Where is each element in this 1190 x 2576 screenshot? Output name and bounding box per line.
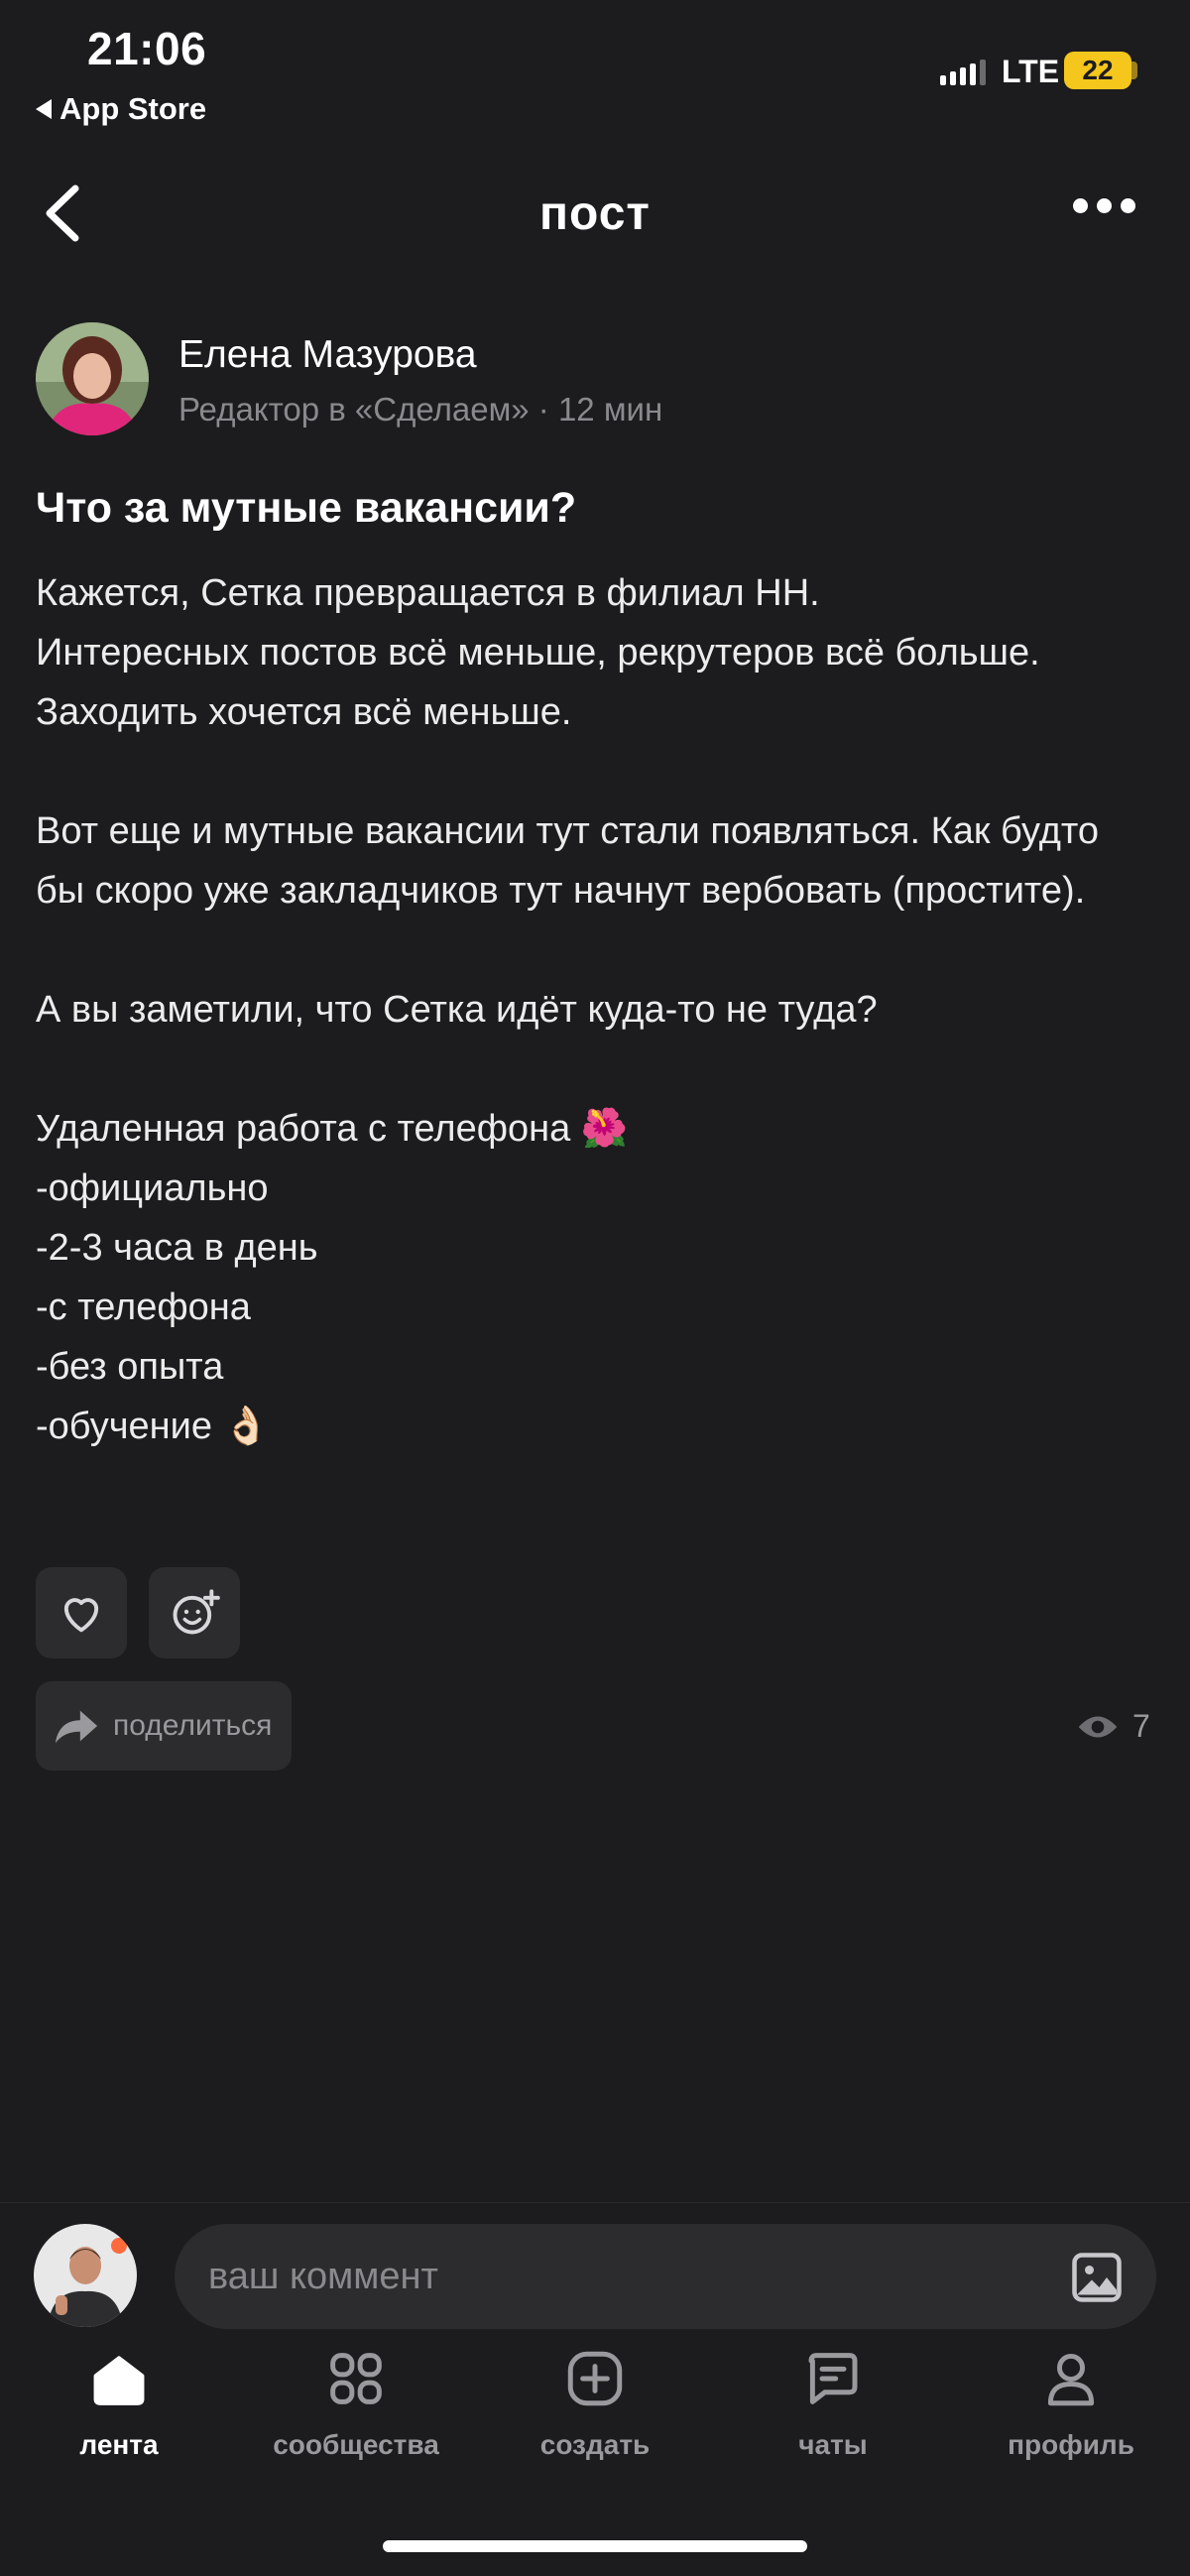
add-reaction-button[interactable]	[149, 1567, 240, 1658]
like-button[interactable]	[36, 1567, 127, 1658]
tab-label: сообщества	[273, 2429, 439, 2460]
tab-create[interactable]: создать	[496, 2346, 694, 2461]
grid-icon	[330, 2353, 382, 2404]
tab-label: лента	[79, 2429, 159, 2460]
more-options-button[interactable]	[1073, 198, 1135, 213]
dot-icon	[1097, 198, 1112, 213]
plus-square-icon	[567, 2351, 623, 2406]
views-count: 7	[1132, 1708, 1150, 1744]
tab-label: профиль	[1008, 2429, 1134, 2460]
signal-icon	[940, 58, 986, 85]
tab-feed[interactable]: лента	[20, 2346, 218, 2461]
network-type: LTE	[1002, 54, 1060, 89]
post-title: Что за мутные вакансии?	[36, 484, 577, 532]
battery-tip	[1131, 61, 1137, 79]
person-icon	[1047, 2353, 1095, 2406]
divider	[0, 2202, 1190, 2203]
chat-icon	[808, 2353, 858, 2404]
tab-chats[interactable]: чаты	[734, 2346, 932, 2461]
attach-image-button[interactable]	[1067, 2248, 1127, 2307]
author-avatar[interactable]	[36, 322, 149, 435]
my-avatar[interactable]	[34, 2224, 137, 2327]
tab-communities[interactable]: сообщества	[257, 2346, 455, 2461]
tab-profile[interactable]: профиль	[972, 2346, 1170, 2461]
post-body[interactable]: Кажется, Сетка превращается в филиал HH.…	[36, 563, 1146, 1529]
tab-label: чаты	[798, 2429, 868, 2460]
back-triangle-icon	[36, 99, 52, 119]
image-icon	[1072, 2253, 1122, 2302]
status-time: 21:06	[87, 23, 207, 74]
share-label: поделиться	[113, 1709, 273, 1742]
home-icon	[93, 2356, 145, 2405]
share-button[interactable]: поделиться	[36, 1681, 293, 1771]
share-arrow-icon	[55, 1710, 98, 1744]
home-indicator	[383, 2540, 807, 2552]
views-counter: 7	[1077, 1708, 1150, 1745]
dot-icon	[1121, 198, 1135, 213]
page-title: пост	[539, 187, 651, 240]
back-app-label: App Store	[60, 91, 207, 126]
my-photo	[34, 2224, 137, 2327]
heart-icon	[63, 1598, 99, 1633]
author-photo	[36, 322, 149, 435]
tab-label: создать	[539, 2429, 651, 2460]
eye-icon	[1078, 1716, 1118, 1737]
author-meta: Редактор в «Сделаем» · 12 мин	[178, 391, 663, 428]
dot-icon	[1073, 198, 1088, 213]
author-name[interactable]: Елена Мазурова	[178, 333, 477, 377]
battery-indicator: 22	[1064, 52, 1131, 89]
comment-input[interactable]	[175, 2224, 1156, 2329]
smile-plus-icon	[173, 1589, 220, 1635]
back-to-app-link[interactable]: App Store	[36, 91, 206, 127]
